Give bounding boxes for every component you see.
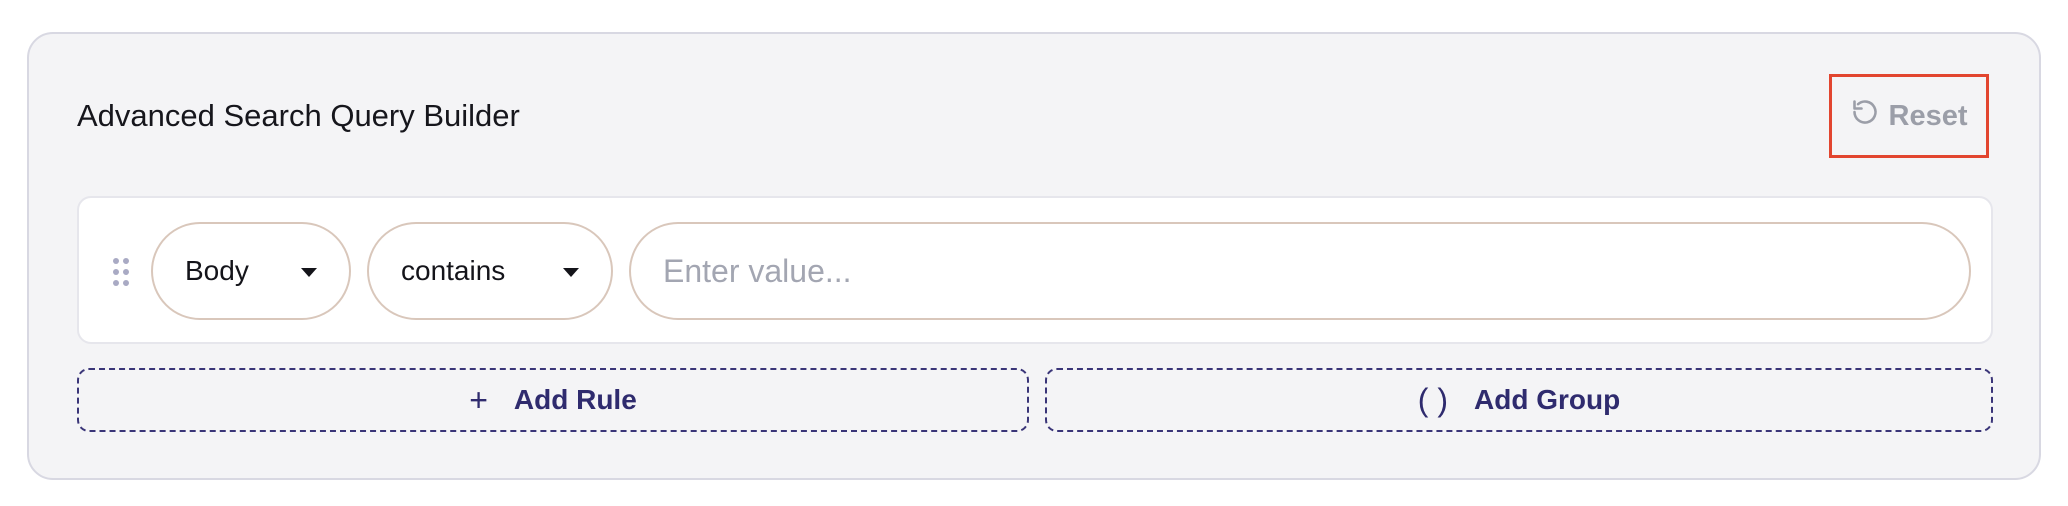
rule-row: Body contains — [77, 196, 1993, 344]
chevron-down-icon — [563, 268, 579, 277]
add-rule-label: Add Rule — [513, 384, 637, 415]
drag-handle-icon[interactable] — [111, 256, 131, 288]
chevron-down-icon — [301, 268, 317, 277]
operator-select-value: contains — [401, 255, 506, 286]
value-input[interactable] — [629, 222, 1971, 320]
parentheses-icon: ( ) — [1417, 381, 1448, 418]
query-builder-panel: Advanced Search Query Builder Reset Body — [27, 32, 2041, 480]
field-select-value: Body — [185, 255, 249, 286]
rotate-ccw-icon — [1851, 98, 1879, 134]
reset-label: Reset — [1888, 99, 1968, 132]
operator-select[interactable]: contains — [367, 222, 613, 320]
field-select[interactable]: Body — [151, 222, 351, 320]
reset-button[interactable]: Reset — [1829, 74, 1989, 158]
panel-title: Advanced Search Query Builder — [77, 98, 520, 133]
add-group-button[interactable]: ( ) Add Group — [1045, 368, 1993, 432]
plus-icon: + — [469, 381, 488, 418]
add-group-label: Add Group — [1474, 384, 1621, 415]
add-rule-button[interactable]: + Add Rule — [77, 368, 1029, 432]
